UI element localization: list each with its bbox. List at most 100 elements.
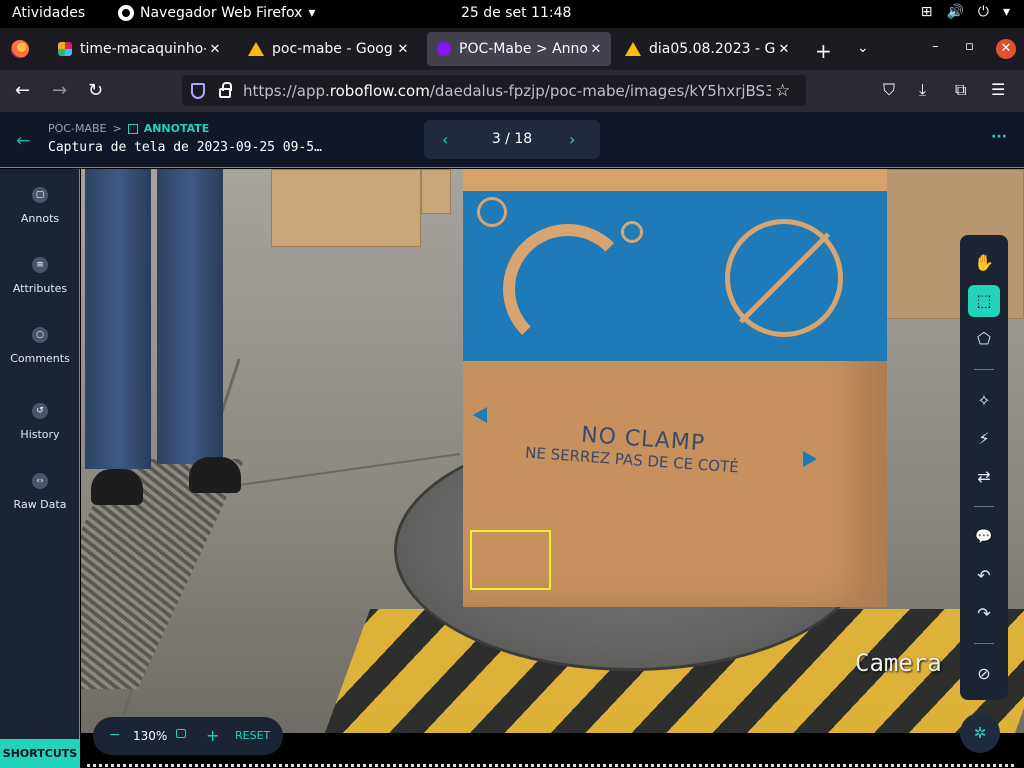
clock[interactable]: 25 de set 11:48 xyxy=(461,5,571,21)
zoom-out-button[interactable]: − xyxy=(109,727,121,743)
tracking-protection-icon[interactable] xyxy=(191,82,205,99)
more-options-icon[interactable]: ··· xyxy=(991,129,1007,145)
slack-icon xyxy=(58,42,72,56)
roboflow-icon xyxy=(437,42,451,56)
power-icon: ⏻ xyxy=(977,4,989,20)
comment-tool-icon[interactable]: 💬 xyxy=(968,521,1000,553)
toolbar-divider xyxy=(974,369,994,370)
annotation-canvas[interactable]: NO CLAMP NE SERREZ PAS DE CE COTÉ Camera xyxy=(81,169,1024,733)
breadcrumb-project[interactable]: POC-MABE xyxy=(48,122,106,135)
breadcrumb-separator: > xyxy=(112,122,122,135)
redo-tool-icon[interactable]: ↷ xyxy=(968,598,1000,630)
network-icon: ⊞ xyxy=(920,4,933,20)
volume-icon: 🔊 xyxy=(946,4,964,20)
undo-tool-icon[interactable]: ↶ xyxy=(968,560,1000,592)
tab-poc-mabe-drive[interactable]: poc-mabe - Google ✕ xyxy=(238,32,418,66)
forward-button[interactable]: → xyxy=(52,80,67,101)
tab-title: poc-mabe - Google xyxy=(272,41,394,57)
back-button[interactable]: ← xyxy=(15,80,30,101)
activities-button[interactable]: Atividades xyxy=(12,5,85,21)
breadcrumb: POC-MABE > ANNOTATE xyxy=(48,122,209,135)
background-box xyxy=(421,169,451,214)
leg xyxy=(157,169,223,464)
close-tab-icon[interactable]: ✕ xyxy=(394,42,412,57)
app-menu[interactable]: Navegador Web Firefox ▾ xyxy=(118,5,315,21)
maximize-button[interactable]: ▫ xyxy=(965,39,974,54)
toolbar-divider xyxy=(974,643,994,644)
sidebar-item-label: Raw Data xyxy=(13,498,67,511)
app-name: Navegador Web Firefox xyxy=(140,5,303,21)
shoe xyxy=(91,469,143,505)
swirl-graphic xyxy=(503,224,633,354)
hamburger-menu-icon[interactable]: ☰ xyxy=(991,80,1005,99)
breadcrumb-annotate[interactable]: ANNOTATE xyxy=(144,122,210,135)
bounding-box-tool-icon[interactable]: ⬚ xyxy=(968,285,1000,317)
lock-icon[interactable] xyxy=(219,82,232,98)
tab-dia-drive[interactable]: dia05.08.2023 - Goo ✕ xyxy=(615,32,799,66)
annotation-bounding-box[interactable] xyxy=(470,530,551,590)
image-title: Captura de tela de 2023-09-25 09-5… xyxy=(48,140,322,155)
chevron-down-icon: ▾ xyxy=(1002,4,1010,20)
firefox-view-icon[interactable] xyxy=(11,40,29,58)
tab-title: POC-Mabe > Annota xyxy=(459,41,587,57)
tab-list-button[interactable]: ⌄ xyxy=(857,40,869,56)
annotate-icon xyxy=(127,123,138,134)
leg xyxy=(85,169,151,469)
tab-slack[interactable]: time-macaquinho-d ✕ xyxy=(48,32,230,66)
image-pager: ‹ 3 / 18 › xyxy=(424,120,600,159)
sidebar-item-raw-data[interactable]: ‹› Raw Data xyxy=(0,473,80,511)
arrow-left-icon xyxy=(473,407,487,423)
chevron-down-icon: ▾ xyxy=(308,5,316,21)
arrow-right-icon xyxy=(803,451,817,467)
sidebar-item-attributes[interactable]: ≡ Attributes xyxy=(0,257,80,295)
zoom-level: 130% xyxy=(133,729,168,743)
comment-icon: ○ xyxy=(32,327,48,343)
history-icon: ↺ xyxy=(32,403,48,419)
camera-watermark: Camera xyxy=(855,649,942,677)
reload-button[interactable]: ↻ xyxy=(88,80,103,101)
smart-polygon-tool-icon[interactable]: ✧ xyxy=(968,385,1000,417)
person-legs xyxy=(85,169,241,505)
pocket-icon[interactable]: ⛉ xyxy=(883,80,895,100)
zoom-reset-button[interactable]: RESET xyxy=(235,729,270,742)
minimize-button[interactable]: – xyxy=(932,39,939,54)
close-tab-icon[interactable]: ✕ xyxy=(587,42,605,57)
tab-roboflow-annotate[interactable]: POC-Mabe > Annota ✕ xyxy=(427,32,611,66)
bookmark-star-icon[interactable]: ☆ xyxy=(775,81,790,101)
google-drive-icon xyxy=(248,42,264,56)
annotation-toolbar: ✋ ⬚ ⬠ ✧ ⚡ ⇄ 💬 ↶ ↷ ⊘ xyxy=(960,235,1008,700)
google-drive-icon xyxy=(625,42,641,56)
toolbar-divider xyxy=(974,506,994,507)
hide-annotations-icon[interactable]: ⊘ xyxy=(968,658,1000,690)
sidebar-item-label: Attributes xyxy=(12,282,68,295)
window-close-button[interactable]: ✕ xyxy=(996,39,1016,59)
shortcuts-button[interactable]: SHORTCUTS xyxy=(0,739,80,768)
status-menu[interactable]: ⊞ 🔊 ⏻ ▾ xyxy=(921,4,1010,20)
bubble-graphic xyxy=(477,197,507,227)
zoom-control: − 130% + RESET xyxy=(93,717,283,755)
sidebar-item-history[interactable]: ↺ History xyxy=(0,403,80,441)
background-box xyxy=(271,169,421,247)
sidebar-item-annots[interactable]: ▢ Annots xyxy=(0,187,80,225)
close-tab-icon[interactable]: ✕ xyxy=(206,42,224,57)
sidebar-item-comments[interactable]: ○ Comments xyxy=(0,327,80,365)
label-assist-tool-icon[interactable]: ⚡ xyxy=(968,423,1000,455)
zoom-in-button[interactable]: + xyxy=(206,726,219,745)
polygon-tool-icon[interactable]: ⬠ xyxy=(968,323,1000,355)
canvas-settings-icon[interactable]: ✲ xyxy=(960,713,1000,753)
tab-title: dia05.08.2023 - Goo xyxy=(649,41,775,57)
new-tab-button[interactable]: + xyxy=(815,39,832,63)
url-text[interactable]: https://app.roboflow.com/daedalus-fpzjp/… xyxy=(243,82,771,100)
next-image-button[interactable]: › xyxy=(569,130,575,149)
back-arrow-icon[interactable]: ← xyxy=(16,131,30,151)
extensions-icon[interactable]: ⧉ xyxy=(955,80,966,100)
annotate-header: ← POC-MABE > ANNOTATE Captura de tela de… xyxy=(0,112,1024,168)
drag-tool-icon[interactable]: ✋ xyxy=(968,247,1000,279)
downloads-icon[interactable]: ⤓ xyxy=(919,80,926,100)
url-bar[interactable]: https://app.roboflow.com/daedalus-fpzjp/… xyxy=(182,75,806,106)
annotations-icon: ▢ xyxy=(32,187,48,203)
repeat-previous-tool-icon[interactable]: ⇄ xyxy=(968,461,1000,493)
tab-title: time-macaquinho-d xyxy=(80,41,206,57)
close-tab-icon[interactable]: ✕ xyxy=(775,42,793,57)
lock-icon[interactable] xyxy=(176,729,186,738)
